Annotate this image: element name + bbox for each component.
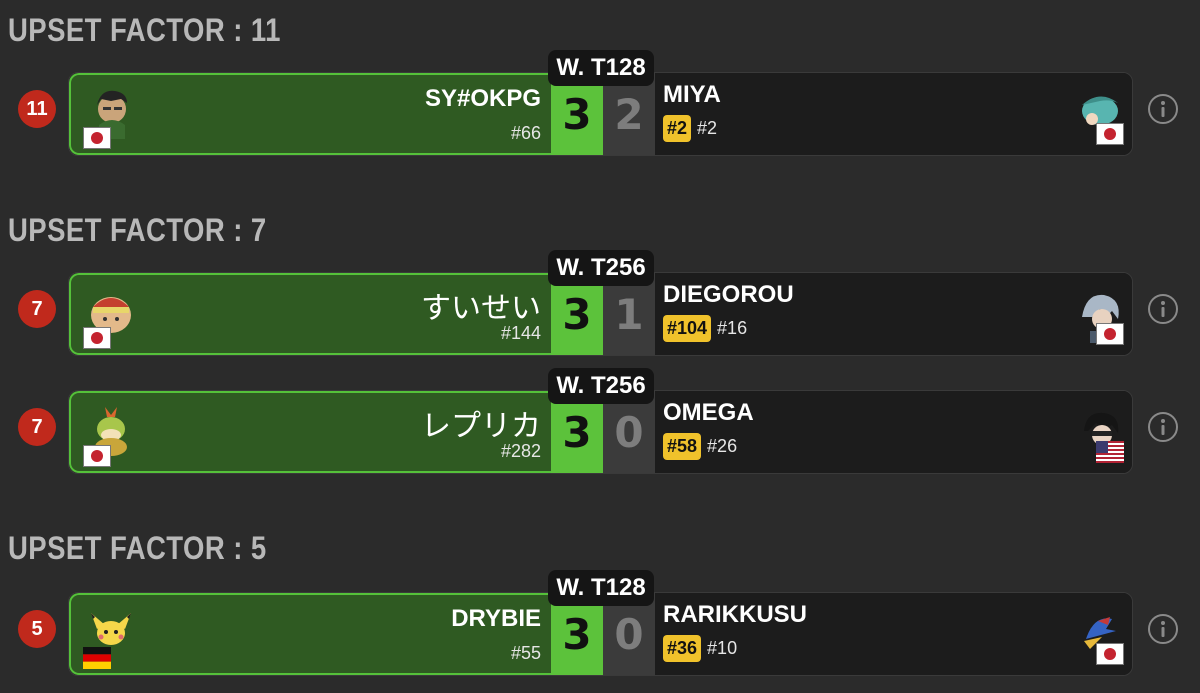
loser-rank: #2 #2 xyxy=(663,115,717,142)
upset-factor-badge: 11 xyxy=(18,90,56,128)
loser-name: MIYA xyxy=(663,81,721,108)
loser-rank: #58 #26 xyxy=(663,433,737,460)
winner-panel: レプリカ #282 xyxy=(69,391,551,473)
loser-name: DIEGOROU xyxy=(663,281,794,308)
winner-seed: #55 xyxy=(510,643,541,663)
germany-flag-icon xyxy=(83,647,111,669)
match-row[interactable]: 5 DRYBIE #55 3 0 RARIKKUSU #36 #10 W. T1… xyxy=(0,570,1200,676)
rank-badge: #2 xyxy=(663,115,692,142)
section-header-upset-5: UPSET FACTOR : 5 xyxy=(8,530,267,566)
loser-panel: RARIKKUSU #36 #10 xyxy=(655,593,1132,675)
japan-flag-icon xyxy=(83,127,111,149)
match-row[interactable]: 7 すいせい #144 3 1 DIEGOROU #104 #16 W. T25… xyxy=(0,250,1200,356)
info-button[interactable] xyxy=(1148,94,1178,124)
upset-factor-badge: 5 xyxy=(18,610,56,648)
info-icon xyxy=(1161,101,1165,117)
info-button[interactable] xyxy=(1148,294,1178,324)
japan-flag-icon xyxy=(83,327,111,349)
winner-name: すいせい xyxy=(421,292,541,325)
section-header-upset-11: UPSET FACTOR : 11 xyxy=(8,12,281,48)
japan-flag-icon xyxy=(1096,643,1124,665)
rank-badge: #36 xyxy=(663,635,702,662)
winner-panel: SY#OKPG #66 xyxy=(69,73,551,155)
match-row[interactable]: 7 レプリカ #282 3 0 OMEGA #58 #26 W. T256 xyxy=(0,368,1200,474)
japan-flag-icon xyxy=(83,445,111,467)
winner-seed: #66 xyxy=(510,123,541,143)
round-label: W. T256 xyxy=(548,368,654,404)
loser-panel: DIEGOROU #104 #16 xyxy=(655,273,1132,355)
info-icon xyxy=(1161,621,1165,637)
loser-seed: #2 xyxy=(697,118,718,138)
round-label: W. T256 xyxy=(548,250,654,286)
loser-panel: MIYA #2 #2 xyxy=(655,73,1132,155)
upset-factor-badge: 7 xyxy=(18,408,56,446)
japan-flag-icon xyxy=(1096,323,1124,345)
loser-panel: OMEGA #58 #26 xyxy=(655,391,1132,473)
loser-name: RARIKKUSU xyxy=(663,601,807,628)
info-icon xyxy=(1161,419,1165,435)
usa-flag-icon xyxy=(1096,441,1124,463)
winner-seed: #144 xyxy=(500,323,541,343)
info-button[interactable] xyxy=(1148,412,1178,442)
upset-factor-badge: 7 xyxy=(18,290,56,328)
loser-rank: #36 #10 xyxy=(663,635,737,662)
loser-seed: #16 xyxy=(717,318,748,338)
winner-name: レプリカ xyxy=(421,410,541,443)
loser-seed: #10 xyxy=(707,638,738,658)
winner-seed: #282 xyxy=(500,441,541,461)
info-icon xyxy=(1161,301,1165,317)
loser-name: OMEGA xyxy=(663,399,754,426)
rank-badge: #104 xyxy=(663,315,712,342)
section-header-upset-7: UPSET FACTOR : 7 xyxy=(8,212,267,248)
winner-name: DRYBIE xyxy=(451,605,541,632)
rank-badge: #58 xyxy=(663,433,702,460)
winner-panel: すいせい #144 xyxy=(69,273,551,355)
winner-panel: DRYBIE #55 xyxy=(69,593,551,675)
round-label: W. T128 xyxy=(548,570,654,606)
info-button[interactable] xyxy=(1148,614,1178,644)
match-row[interactable]: 11 SY#OKPG #66 3 2 MIYA #2 #2 W. T128 xyxy=(0,50,1200,156)
winner-name: SY#OKPG xyxy=(424,85,541,112)
loser-rank: #104 #16 xyxy=(663,315,747,342)
round-label: W. T128 xyxy=(548,50,654,86)
japan-flag-icon xyxy=(1096,123,1124,145)
loser-seed: #26 xyxy=(707,436,738,456)
